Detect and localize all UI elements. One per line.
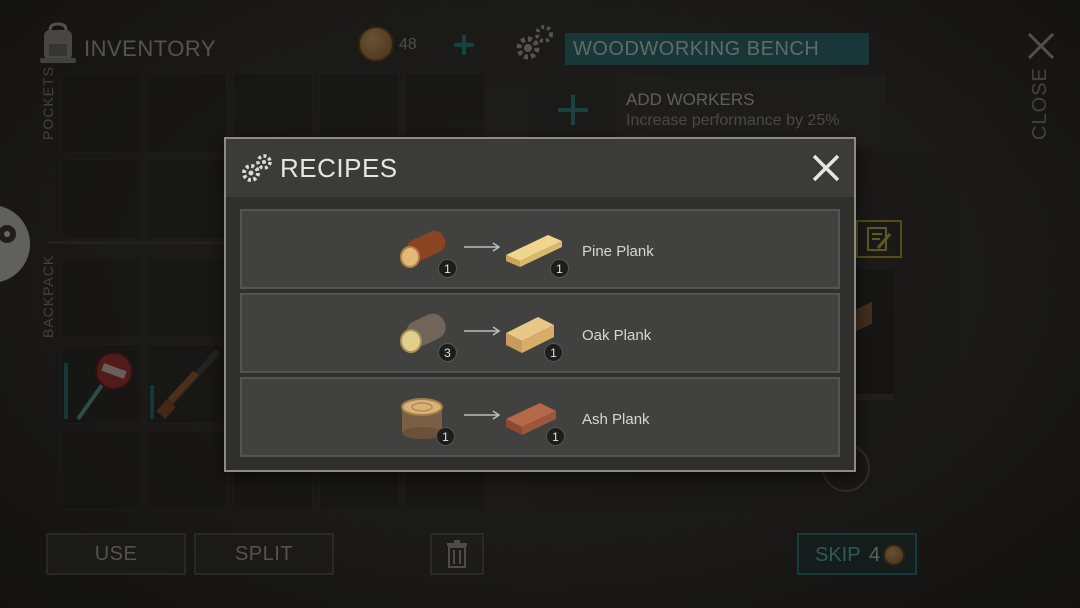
recipe-output-name: Ash Plank [582, 411, 650, 428]
gears-icon [242, 154, 272, 182]
recipe-row-pine-plank[interactable]: 1 1 Pine Plank [240, 209, 840, 289]
arrow-right-icon [464, 410, 501, 420]
quantity-badge: 3 [438, 343, 457, 362]
modal-title: RECIPES [280, 153, 398, 183]
recipe-row-ash-plank[interactable]: 1 1 Ash Plank [240, 377, 840, 457]
recipe-row-oak-plank[interactable]: 3 1 Oak Plank [240, 293, 840, 373]
close-icon[interactable] [811, 153, 841, 183]
recipe-output-name: Pine Plank [582, 243, 654, 260]
quantity-badge: 1 [546, 427, 565, 446]
arrow-right-icon [464, 242, 501, 252]
quantity-badge: 1 [550, 259, 569, 278]
quantity-badge: 1 [436, 427, 455, 446]
quantity-badge: 1 [544, 343, 563, 362]
recipe-output-name: Oak Plank [582, 327, 652, 344]
recipes-modal: RECIPES 1 1 Pine Plank 3 1 Oak Plank 1 1… [224, 137, 856, 472]
modal-header: RECIPES [226, 139, 854, 197]
arrow-right-icon [464, 326, 501, 336]
quantity-badge: 1 [438, 259, 457, 278]
